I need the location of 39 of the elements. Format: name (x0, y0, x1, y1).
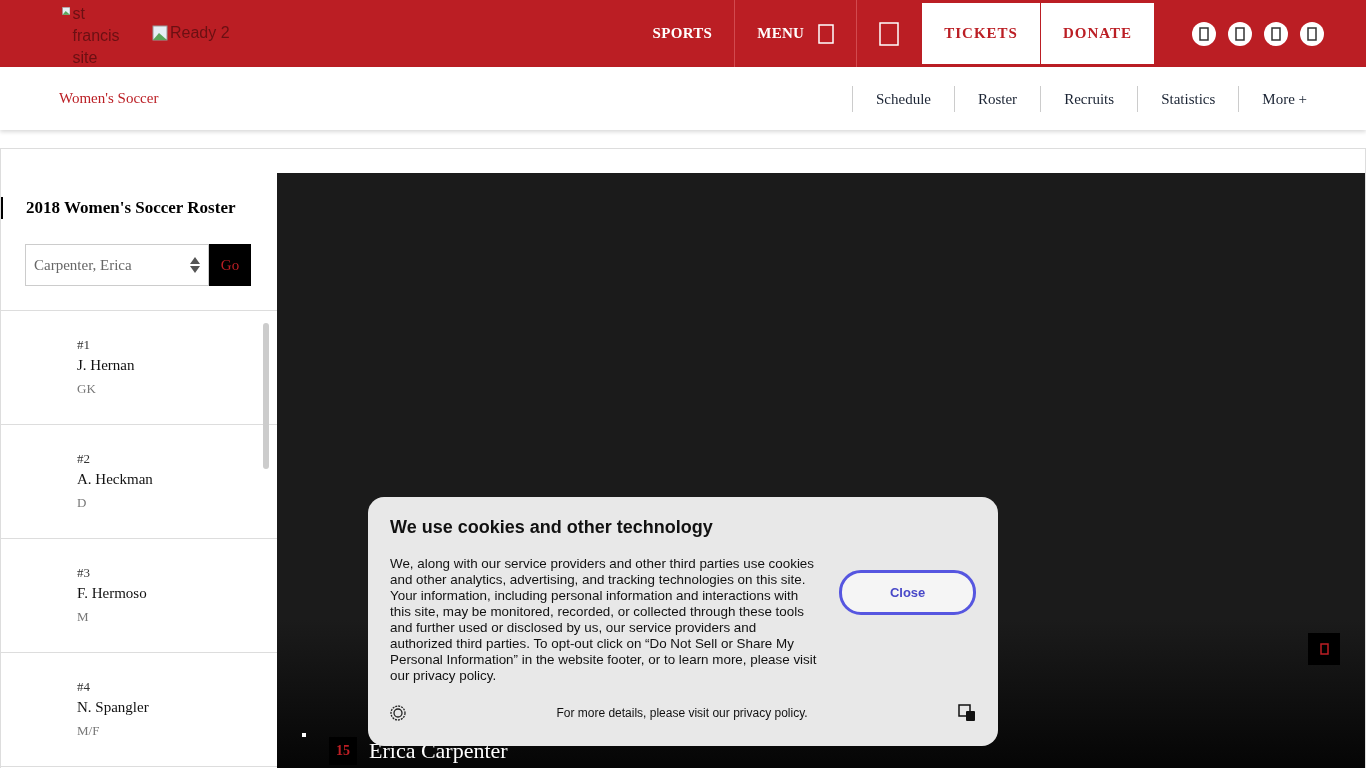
player-position: M/F (77, 723, 101, 739)
sport-title[interactable]: Women's Soccer (59, 90, 852, 107)
player-name[interactable]: F. Hermoso (77, 585, 277, 602)
translate-icon[interactable] (958, 704, 976, 722)
broken-image-icon (152, 24, 168, 41)
player-number: #1 (77, 337, 91, 353)
image-alt-text: Ready 2 (170, 23, 230, 42)
cookie-text: We, along with our service providers and other third parties use cookies and other analytics, advertising, and tracking technologies on this site. Your information, including personal information and interactions with this site, may be monitored, recorded, or collected through these tools and further used or disclosed by us, our service providers and authorized third parties. To opt-out click on “Do Not Sell or Share My Personal Information” in the website footer, or to learn more, please visit our privacy policy. (390, 556, 818, 684)
nav-link[interactable]: SPORTS (630, 0, 735, 67)
player-position: GK (77, 381, 97, 397)
donate-button[interactable]: DONATE (1040, 3, 1154, 64)
social-icon[interactable] (1192, 21, 1216, 46)
player-number: #3 (77, 565, 91, 581)
privacy-icon[interactable] (390, 705, 406, 721)
player-name[interactable]: A. Heckman (77, 471, 277, 488)
social-icon[interactable] (1228, 21, 1252, 46)
player-select[interactable]: Carpenter, Erica (25, 244, 209, 286)
dialog-title: We use cookies and other technology (390, 517, 714, 538)
sort-arrows-icon (190, 256, 200, 274)
player-position: D (77, 495, 88, 511)
privacy-note: For more details, please visit our privacy policy. (556, 706, 808, 720)
social-icon[interactable] (1300, 21, 1324, 46)
jersey-number: 15 (329, 737, 357, 765)
tickets-button[interactable]: TICKETS (922, 3, 1040, 64)
subnav-link[interactable]: Roster (953, 85, 1041, 112)
social-icon[interactable] (1264, 21, 1288, 46)
subnav-link[interactable]: Schedule (851, 85, 954, 112)
bullet-icon (302, 733, 306, 737)
subnav-link[interactable]: More + (1238, 85, 1330, 112)
player-heading: Erica Carpenter (369, 738, 508, 764)
player-number: #4 (77, 679, 91, 695)
close-button[interactable]: Close (839, 570, 976, 615)
subnav-link[interactable]: Recruits (1040, 85, 1138, 112)
player-position: M (77, 609, 90, 625)
subnav-link[interactable]: Statistics (1137, 85, 1239, 112)
player-number: #2 (77, 451, 91, 467)
scrollbar[interactable] (263, 323, 269, 469)
player-name[interactable]: N. Spangler (77, 699, 277, 716)
player-name[interactable]: J. Hernan (77, 357, 277, 374)
